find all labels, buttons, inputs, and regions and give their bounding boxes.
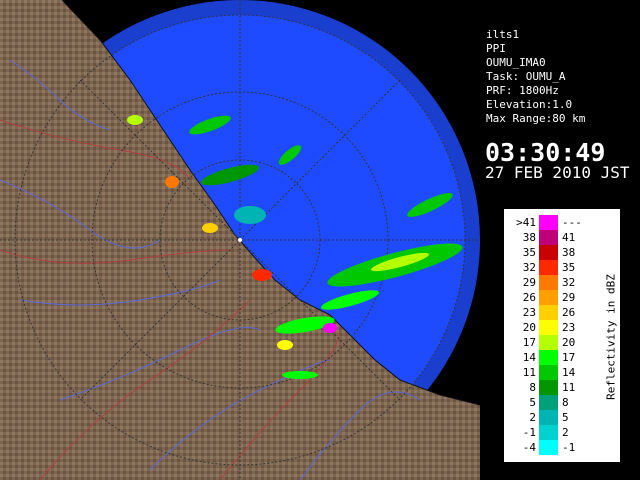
legend-upper-bound: 17 — [562, 351, 576, 364]
legend-color-swatch — [539, 425, 558, 440]
legend-upper-bound: 35 — [562, 261, 576, 274]
legend-lower-bound: >41 — [516, 216, 536, 229]
legend-upper-bound: 32 — [562, 276, 576, 289]
scan-info-panel: ilts1 PPI OUMU_IMA0 Task: OUMU_A PRF: 18… — [480, 28, 640, 186]
prf-value: PRF: 1800Hz — [486, 84, 559, 97]
legend-lower-bound: 23 — [522, 306, 536, 319]
legend-upper-bound: -1 — [562, 441, 576, 454]
legend-lower-bound: 2 — [529, 411, 536, 424]
legend-upper-bound: 26 — [562, 306, 576, 319]
legend-color-swatch — [539, 275, 558, 290]
legend-lower-bound: 5 — [529, 396, 536, 409]
legend-lower-bound: 17 — [522, 336, 536, 349]
legend-lower-bound: 14 — [522, 351, 536, 364]
legend-color-swatch — [539, 320, 558, 335]
legend-upper-bound: 29 — [562, 291, 576, 304]
reflectivity-legend: >41 --- 38 41 35 38 32 35 29 32 26 29 23 26 20 23 17 20 14… — [503, 208, 621, 463]
legend-color-swatch — [539, 410, 558, 425]
legend-color-swatch — [539, 290, 558, 305]
legend-upper-bound: 5 — [562, 411, 569, 424]
radar-site-icon — [238, 238, 242, 242]
legend-color-swatch — [539, 365, 558, 380]
legend-title: Reflectivity in dBZ — [600, 209, 622, 464]
legend-upper-bound: 41 — [562, 231, 576, 244]
legend-lower-bound: -1 — [522, 426, 536, 439]
scan-date: 27 FEB 2010 JST — [485, 163, 630, 182]
legend-lower-bound: 20 — [522, 321, 536, 334]
legend-lower-bound: 32 — [522, 261, 536, 274]
legend-upper-bound: 38 — [562, 246, 576, 259]
legend-lower-bound: 35 — [522, 246, 536, 259]
legend-color-swatch — [539, 380, 558, 395]
legend-upper-bound: 20 — [562, 336, 576, 349]
legend-upper-bound: 14 — [562, 366, 576, 379]
legend-color-swatch — [539, 215, 558, 230]
legend-lower-bound: 26 — [522, 291, 536, 304]
legend-lower-bound: -4 — [522, 441, 536, 454]
legend-color-swatch — [539, 350, 558, 365]
task-name: Task: OUMU_A — [486, 70, 566, 83]
legend-lower-bound: 29 — [522, 276, 536, 289]
legend-upper-bound: 23 — [562, 321, 576, 334]
radar-ppi-display[interactable] — [0, 0, 480, 480]
legend-upper-bound: 2 — [562, 426, 569, 439]
station-id: ilts1 — [486, 28, 520, 41]
legend-color-swatch — [539, 440, 558, 455]
legend-color-swatch — [539, 395, 558, 410]
legend-lower-bound: 8 — [529, 381, 536, 394]
legend-color-swatch — [539, 230, 558, 245]
radar-name: OUMU_IMA0 — [486, 56, 546, 69]
scan-mode: PPI — [486, 42, 506, 55]
legend-color-swatch — [539, 335, 558, 350]
elevation-value: Elevation:1.0 — [486, 98, 573, 111]
legend-upper-bound: 11 — [562, 381, 576, 394]
legend-color-swatch — [539, 245, 558, 260]
legend-upper-bound: --- — [562, 216, 582, 229]
legend-lower-bound: 11 — [522, 366, 536, 379]
max-range-value: Max Range:80 km — [486, 112, 586, 125]
legend-upper-bound: 8 — [562, 396, 569, 409]
legend-color-swatch — [539, 305, 558, 320]
legend-title-text: Reflectivity in dBZ — [604, 273, 618, 400]
legend-color-swatch — [539, 260, 558, 275]
legend-lower-bound: 38 — [522, 231, 536, 244]
